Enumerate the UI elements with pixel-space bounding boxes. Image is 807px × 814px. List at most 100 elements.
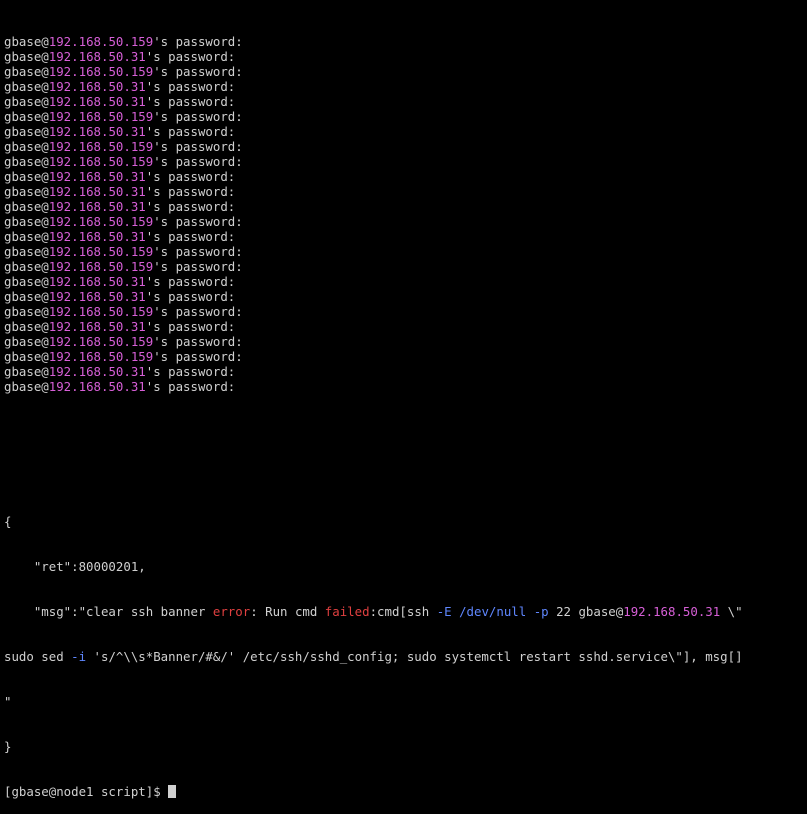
output-segment: failed [324, 604, 370, 619]
password-prompt-line: gbase@192.168.50.159's password: [4, 109, 807, 124]
prompt-ip: 192.168.50.159 [48, 34, 154, 49]
prompt-user: gbase@ [4, 259, 49, 274]
prompt-ip: 192.168.50.159 [48, 64, 154, 79]
prompt-suffix: 's password: [153, 34, 243, 49]
output-segment: sudo sed [4, 649, 72, 664]
prompt-ip: 192.168.50.31 [48, 289, 146, 304]
prompt-ip: 192.168.50.159 [48, 109, 154, 124]
prompt-suffix: 's password: [153, 334, 243, 349]
password-prompt-line: gbase@192.168.50.31's password: [4, 199, 807, 214]
password-prompt-line: gbase@192.168.50.31's password: [4, 274, 807, 289]
prompt-ip: 192.168.50.31 [48, 169, 146, 184]
json-msg-line: "msg":"clear ssh banner error: Run cmd f… [4, 604, 807, 619]
output-segment: :cmd[ssh [369, 604, 437, 619]
prompt-user: gbase@ [4, 94, 49, 109]
prompt-user: gbase@ [4, 214, 49, 229]
prompt-user: gbase@ [4, 34, 49, 49]
password-prompt-line: gbase@192.168.50.31's password: [4, 379, 807, 394]
prompt-suffix: 's password: [145, 274, 236, 289]
prompt-suffix: 's password: [153, 109, 243, 124]
prompt-user: gbase@ [4, 64, 49, 79]
prompt-user: gbase@ [4, 334, 49, 349]
prompt-suffix: 's password: [145, 364, 236, 379]
prompt-user: gbase@ [4, 139, 49, 154]
prompt-suffix: 's password: [153, 259, 243, 274]
password-prompt-line: gbase@192.168.50.159's password: [4, 139, 807, 154]
prompt-suffix: 's password: [145, 184, 236, 199]
output-segment: -i [71, 649, 87, 664]
prompt-suffix: 's password: [145, 169, 236, 184]
output-segment: -p [533, 604, 549, 619]
output-segment: /dev/null [459, 604, 527, 619]
password-prompt-line: gbase@192.168.50.159's password: [4, 334, 807, 349]
output-segment: 192.168.50.31 [623, 604, 721, 619]
password-prompt-line: gbase@192.168.50.31's password: [4, 79, 807, 94]
prompt-user: gbase@ [4, 184, 49, 199]
prompt-suffix: 's password: [153, 304, 243, 319]
prompt-user: gbase@ [4, 229, 49, 244]
password-prompt-line: gbase@192.168.50.159's password: [4, 349, 807, 364]
prompt-suffix: 's password: [153, 214, 243, 229]
output-segment: 's/^\\s*Banner/#&/' /etc/ssh/sshd_config… [86, 649, 743, 664]
prompt-ip: 192.168.50.31 [48, 364, 146, 379]
json-open-brace: { [4, 514, 12, 529]
prompt-suffix: 's password: [153, 64, 243, 79]
password-prompt-line: gbase@192.168.50.159's password: [4, 244, 807, 259]
prompt-suffix: 's password: [145, 94, 236, 109]
prompt-suffix: 's password: [153, 139, 243, 154]
prompt-ip: 192.168.50.159 [48, 139, 154, 154]
cursor-block [168, 785, 177, 798]
output-segment [526, 604, 533, 619]
prompt-suffix: 's password: [145, 199, 236, 214]
output-segment: 22 gbase@ [548, 604, 624, 619]
prompt-suffix: 's password: [145, 379, 236, 394]
prompt-ip: 192.168.50.159 [48, 304, 154, 319]
prompt-suffix: 's password: [153, 154, 243, 169]
json-msg-continuation: sudo sed -i 's/^\\s*Banner/#&/' /etc/ssh… [4, 649, 807, 664]
password-prompt-line: gbase@192.168.50.31's password: [4, 289, 807, 304]
prompt-ip: 192.168.50.159 [48, 349, 154, 364]
prompt-user: gbase@ [4, 364, 49, 379]
prompt-ip: 192.168.50.159 [48, 259, 154, 274]
output-segment: -E [436, 604, 452, 619]
output-segment: error [212, 604, 251, 619]
prompt-ip: 192.168.50.31 [48, 94, 146, 109]
password-prompt-line: gbase@192.168.50.159's password: [4, 34, 807, 49]
prompt-user: gbase@ [4, 274, 49, 289]
password-prompt-line: gbase@192.168.50.31's password: [4, 364, 807, 379]
password-prompt-line: gbase@192.168.50.31's password: [4, 169, 807, 184]
terminal-output[interactable]: gbase@192.168.50.159's password: gbase@19… [4, 4, 807, 814]
shell-prompt-line[interactable]: [gbase@node1 script]$ [4, 784, 807, 799]
prompt-ip: 192.168.50.159 [48, 334, 154, 349]
prompt-suffix: 's password: [153, 349, 243, 364]
prompt-suffix: 's password: [145, 289, 236, 304]
prompt-ip: 192.168.50.31 [48, 379, 146, 394]
prompt-suffix: 's password: [145, 229, 236, 244]
prompt-ip: 192.168.50.31 [48, 124, 146, 139]
prompt-user: gbase@ [4, 319, 49, 334]
password-prompt-line: gbase@192.168.50.31's password: [4, 124, 807, 139]
prompt-ip: 192.168.50.31 [48, 184, 146, 199]
prompt-suffix: 's password: [145, 124, 236, 139]
prompt-ip: 192.168.50.31 [48, 199, 146, 214]
prompt-user: gbase@ [4, 124, 49, 139]
json-close-brace: } [4, 739, 12, 754]
prompt-suffix: 's password: [145, 49, 236, 64]
prompt-ip: 192.168.50.31 [48, 79, 146, 94]
prompt-user: gbase@ [4, 304, 49, 319]
password-prompt-list: gbase@192.168.50.159's password: gbase@19… [4, 34, 807, 394]
prompt-suffix: 's password: [153, 244, 243, 259]
prompt-ip: 192.168.50.31 [48, 229, 146, 244]
password-prompt-line: gbase@192.168.50.31's password: [4, 319, 807, 334]
prompt-ip: 192.168.50.159 [48, 214, 154, 229]
shell-prompt: [gbase@node1 script]$ [4, 784, 169, 799]
prompt-user: gbase@ [4, 349, 49, 364]
prompt-user: gbase@ [4, 289, 49, 304]
password-prompt-line: gbase@192.168.50.159's password: [4, 64, 807, 79]
prompt-ip: 192.168.50.31 [48, 319, 146, 334]
prompt-suffix: 's password: [145, 79, 236, 94]
password-prompt-line: gbase@192.168.50.159's password: [4, 214, 807, 229]
json-ret-line: "ret":80000201, [4, 559, 146, 574]
output-segment: : Run cmd [250, 604, 325, 619]
